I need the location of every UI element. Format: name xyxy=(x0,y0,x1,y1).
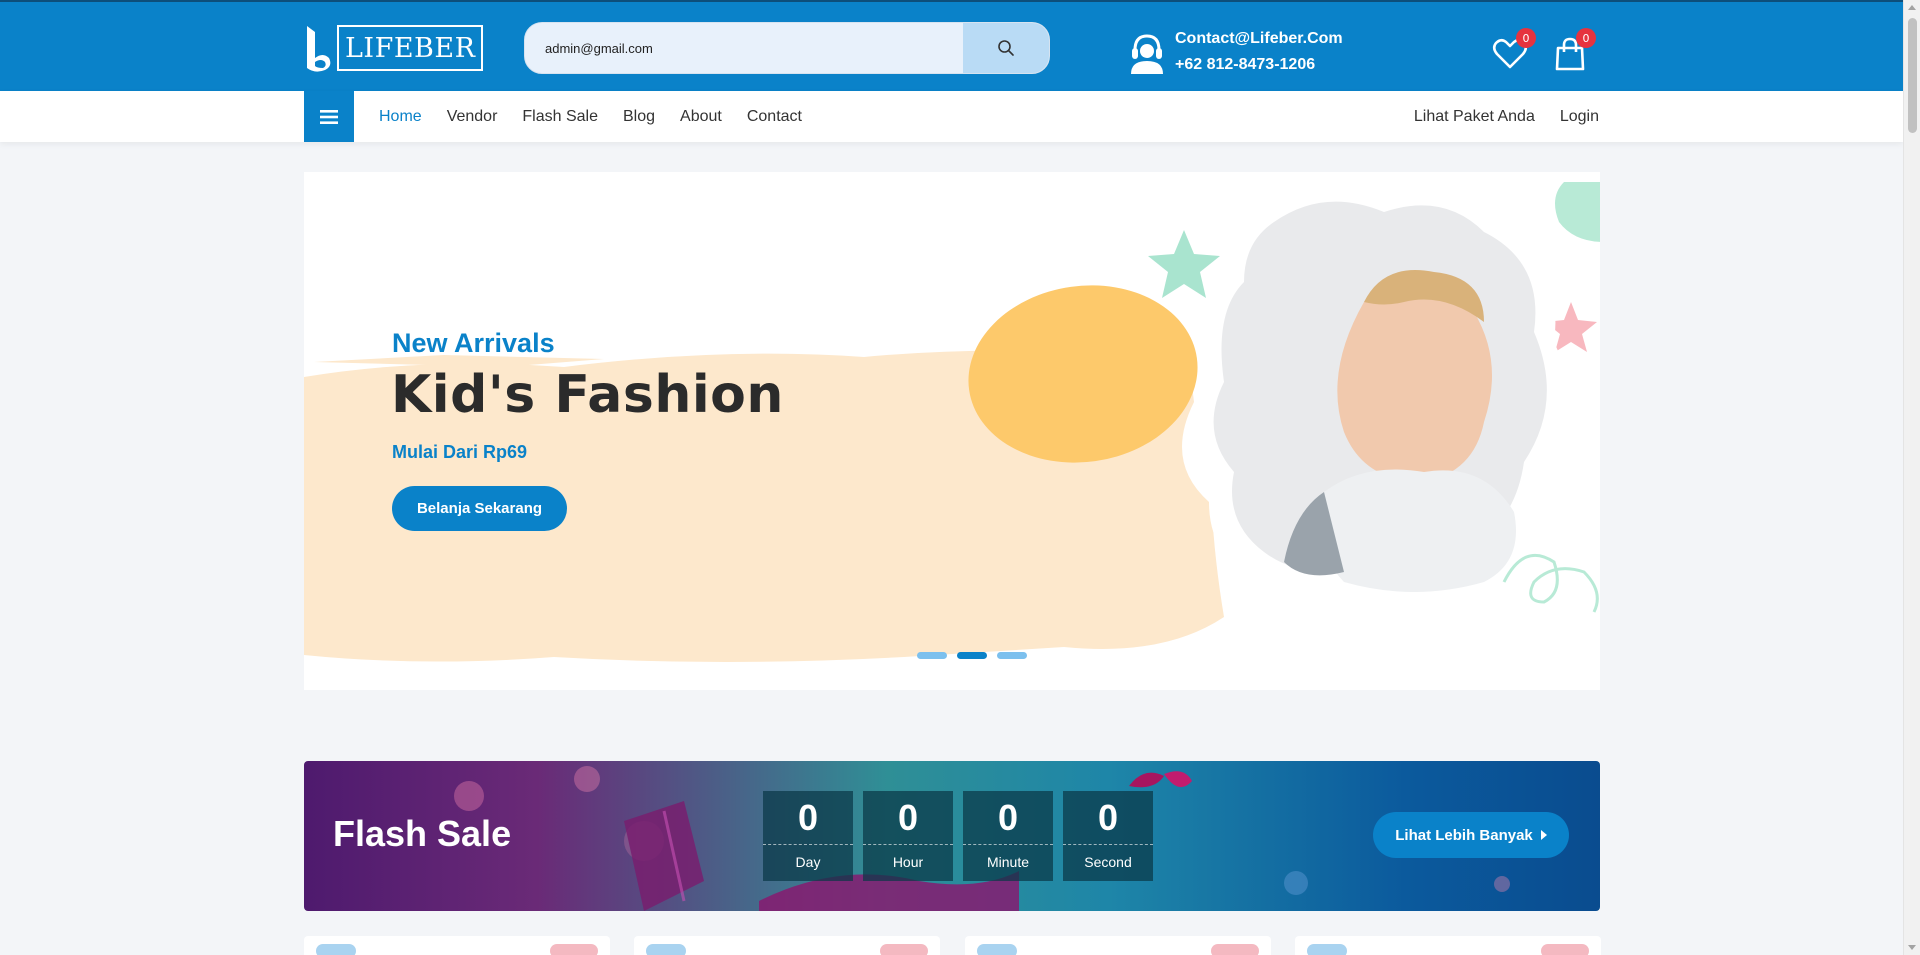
page-scrollbar[interactable] xyxy=(1903,0,1920,955)
cart-count-badge: 0 xyxy=(1576,28,1596,48)
baby-photo-image xyxy=(968,182,1600,613)
wishlist-button[interactable]: 0 xyxy=(1492,28,1536,72)
countdown-minutes-label: Minute xyxy=(986,854,1030,870)
nav-view-package[interactable]: Lihat Paket Anda xyxy=(1414,108,1535,126)
product-card[interactable] xyxy=(634,936,940,955)
countdown-hours: 0 Hour xyxy=(863,791,953,881)
discount-tag xyxy=(1541,944,1589,955)
slider-dots xyxy=(917,652,1027,659)
countdown-days: 0 Day xyxy=(763,791,853,881)
contact-info: Contact@Lifeber.Com +62 812-8473-1206 xyxy=(1127,26,1343,78)
slide-dot-2[interactable] xyxy=(957,652,987,659)
nav-right-links: Lihat Paket Anda Login xyxy=(1414,91,1599,142)
nav-login[interactable]: Login xyxy=(1560,108,1599,126)
nav-contact[interactable]: Contact xyxy=(747,108,802,126)
flash-sale-title: Flash Sale xyxy=(333,813,512,854)
countdown-seconds-label: Second xyxy=(1084,854,1132,870)
nav-links: Home Vendor Flash Sale Blog About Contac… xyxy=(379,91,802,142)
discount-tag xyxy=(1211,944,1259,955)
product-card[interactable] xyxy=(1295,936,1601,955)
nav-about[interactable]: About xyxy=(680,108,722,126)
main-navbar: Home Vendor Flash Sale Blog About Contac… xyxy=(0,91,1903,142)
scroll-down-arrow-icon[interactable] xyxy=(1908,945,1916,950)
cart-button[interactable]: 0 xyxy=(1552,28,1596,72)
wishlist-count-badge: 0 xyxy=(1516,28,1536,48)
search-input[interactable] xyxy=(525,23,963,73)
nav-home[interactable]: Home xyxy=(379,108,422,126)
slide-dot-3[interactable] xyxy=(997,652,1027,659)
search-button[interactable] xyxy=(963,23,1049,73)
caret-right-icon xyxy=(1540,830,1547,840)
slide-dot-1[interactable] xyxy=(917,652,947,659)
countdown-seconds-value: 0 xyxy=(1063,791,1153,845)
contact-email[interactable]: Contact@Lifeber.Com xyxy=(1175,26,1343,52)
discount-tag xyxy=(550,944,598,955)
hero-subtitle: New Arrivals xyxy=(392,328,555,358)
scroll-up-arrow-icon[interactable] xyxy=(1908,5,1916,10)
see-more-label: Lihat Lebih Banyak xyxy=(1395,826,1533,844)
countdown-seconds: 0 Second xyxy=(1063,791,1153,881)
product-tag xyxy=(316,944,356,955)
countdown-timer: 0 Day 0 Hour 0 Minute 0 Second xyxy=(763,791,1153,881)
countdown-minutes: 0 Minute xyxy=(963,791,1053,881)
countdown-minutes-value: 0 xyxy=(963,791,1053,845)
hero-slider: New Arrivals Kid's Fashion Mulai Dari Rp… xyxy=(304,172,1600,690)
product-tag xyxy=(1307,944,1347,955)
search-bar xyxy=(524,22,1050,74)
product-card[interactable] xyxy=(965,936,1271,955)
product-tag xyxy=(646,944,686,955)
search-icon xyxy=(998,40,1014,56)
scrollbar-thumb[interactable] xyxy=(1908,18,1917,133)
flash-sale-banner: Flash Sale 0 Day 0 Hour 0 Minute 0 Secon… xyxy=(304,761,1600,911)
headset-support-icon xyxy=(1131,34,1163,74)
nav-vendor[interactable]: Vendor xyxy=(447,108,498,126)
product-card[interactable] xyxy=(304,936,610,955)
gift-ribbon-decoration xyxy=(624,801,704,911)
logo-text: LIFEBER xyxy=(337,25,484,71)
hamburger-menu-icon xyxy=(320,109,338,124)
hero-title: Kid's Fashion xyxy=(391,365,784,425)
nav-flash-sale[interactable]: Flash Sale xyxy=(522,108,598,126)
discount-tag xyxy=(880,944,928,955)
nav-blog[interactable]: Blog xyxy=(623,108,655,126)
hero-price: Mulai Dari Rp69 xyxy=(392,442,528,462)
countdown-hours-label: Hour xyxy=(892,854,924,870)
see-more-button[interactable]: Lihat Lebih Banyak xyxy=(1373,812,1569,858)
countdown-days-value: 0 xyxy=(763,791,853,845)
logo[interactable]: LIFEBER xyxy=(303,22,484,74)
product-tag xyxy=(977,944,1017,955)
contact-phone[interactable]: +62 812-8473-1206 xyxy=(1175,52,1343,78)
category-menu-button[interactable] xyxy=(304,91,354,142)
countdown-hours-value: 0 xyxy=(863,791,953,845)
countdown-days-label: Day xyxy=(795,854,821,870)
shop-now-button[interactable]: Belanja Sekarang xyxy=(392,486,567,531)
top-header: LIFEBER Contact@Lifeber.Com +62 812-8473… xyxy=(0,0,1903,91)
logo-mark-icon xyxy=(303,22,333,74)
